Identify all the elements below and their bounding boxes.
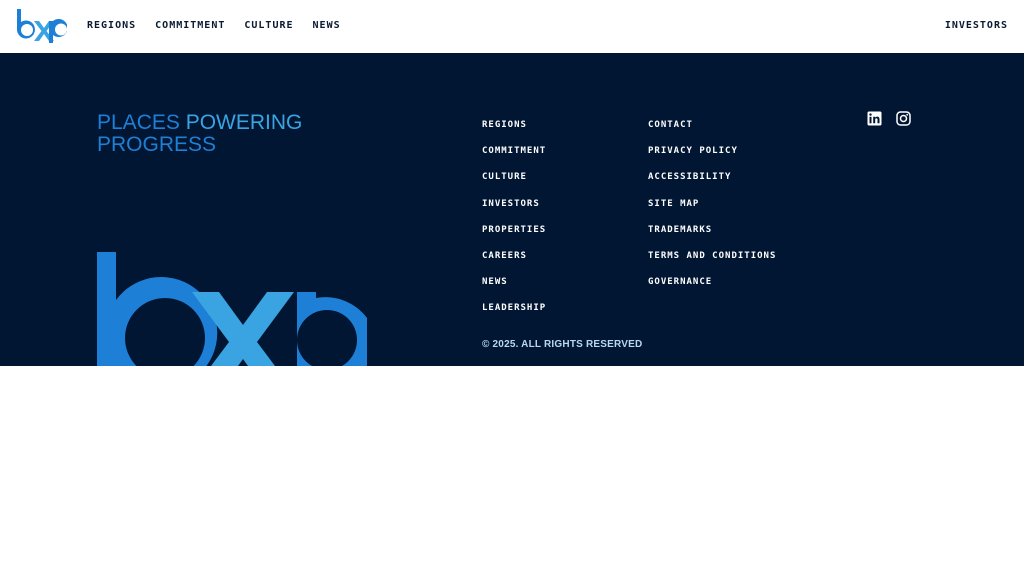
linkedin-icon[interactable] — [867, 111, 882, 126]
footer-link-culture[interactable]: CULTURE — [482, 172, 527, 182]
nav-investors[interactable]: INVESTORS — [945, 20, 1008, 31]
instagram-icon[interactable] — [896, 111, 911, 126]
tagline-word-places: PLACES — [97, 111, 180, 134]
footer-link-careers[interactable]: CAREERS — [482, 251, 527, 261]
footer-tagline: PLACES POWERING PROGRESS — [97, 112, 302, 156]
footer-link-site-map[interactable]: SITE MAP — [648, 199, 699, 209]
footer-links-primary: REGIONS COMMITMENT CULTURE INVESTORS PRO… — [482, 114, 546, 324]
tagline-word-progress: PROGRESS — [97, 133, 217, 156]
footer-link-commitment[interactable]: COMMITMENT — [482, 146, 546, 156]
nav-news[interactable]: NEWS — [313, 20, 341, 31]
top-navigation-bar: REGIONS COMMITMENT CULTURE NEWS INVESTOR… — [0, 0, 1024, 53]
footer-link-leadership[interactable]: LEADERSHIP — [482, 303, 546, 313]
primary-nav: REGIONS COMMITMENT CULTURE NEWS — [87, 20, 360, 31]
footer-link-accessibility[interactable]: ACCESSIBILITY — [648, 172, 731, 182]
footer-link-properties[interactable]: PROPERTIES — [482, 225, 546, 235]
footer-link-regions[interactable]: REGIONS — [482, 120, 527, 130]
footer-link-trademarks[interactable]: TRADEMARKS — [648, 225, 712, 235]
copyright-text: © 2025. ALL RIGHTS RESERVED — [482, 339, 643, 350]
bxp-logo[interactable] — [15, 9, 67, 43]
nav-commitment[interactable]: COMMITMENT — [155, 20, 225, 31]
footer-links-secondary: CONTACT PRIVACY POLICY ACCESSIBILITY SIT… — [648, 114, 776, 297]
nav-regions[interactable]: REGIONS — [87, 20, 136, 31]
footer-link-governance[interactable]: GOVERNANCE — [648, 277, 712, 287]
site-footer: PLACES POWERING PROGRESS REGIONS COMMITM… — [0, 53, 1024, 366]
footer-link-news[interactable]: NEWS — [482, 277, 508, 287]
footer-link-investors[interactable]: INVESTORS — [482, 199, 540, 209]
bxp-large-logo — [97, 252, 367, 366]
footer-link-contact[interactable]: CONTACT — [648, 120, 693, 130]
nav-culture[interactable]: CULTURE — [244, 20, 293, 31]
tagline-word-powering: POWERING — [185, 111, 303, 134]
footer-link-privacy-policy[interactable]: PRIVACY POLICY — [648, 146, 738, 156]
footer-link-terms[interactable]: TERMS AND CONDITIONS — [648, 251, 776, 261]
